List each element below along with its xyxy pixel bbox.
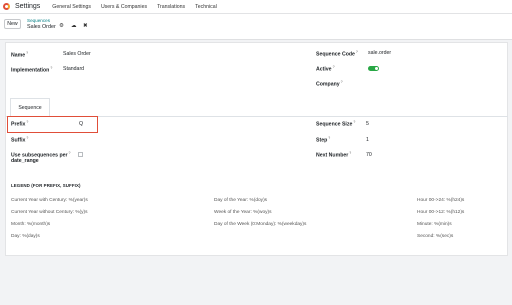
top-navbar: Settings General Settings Users & Compan… <box>0 0 512 14</box>
prefix-field[interactable]: Q <box>79 121 83 127</box>
implementation-select[interactable]: Standard <box>63 66 84 72</box>
legend-item: Day of the Year: %(doy)s <box>214 198 268 203</box>
legend-item: Hour 00->24: %(h24)s <box>417 198 465 203</box>
new-button[interactable]: New <box>4 19 21 29</box>
legend-item: Current Year with Century: %(year)s <box>11 198 88 203</box>
legend-title: LEGEND (FOR PREFIX, SUFFIX) <box>11 183 81 188</box>
app-title[interactable]: Settings <box>15 3 40 10</box>
sequence-code-field[interactable]: sale.order <box>368 50 391 56</box>
legend-item: Hour 00->12: %(h12)s <box>417 210 465 215</box>
implementation-label: Implementation? <box>11 66 53 74</box>
legend-item: Minute: %(min)s <box>417 222 452 227</box>
menu-technical[interactable]: Technical <box>195 4 217 10</box>
name-label: Name? <box>11 51 29 59</box>
menu-general-settings[interactable]: General Settings <box>52 4 91 10</box>
discard-icon[interactable]: ✖ <box>83 23 88 30</box>
sequence-size-label: Sequence Size? <box>316 120 356 128</box>
menu-translations[interactable]: Translations <box>157 4 185 10</box>
company-label: Company? <box>316 80 343 88</box>
legend-item: Day: %(day)s <box>11 234 40 239</box>
next-number-label: Next Number? <box>316 151 352 159</box>
active-toggle[interactable] <box>368 66 379 71</box>
step-label: Step? <box>316 136 331 144</box>
cloud-upload-icon[interactable]: ☁ <box>71 23 77 30</box>
use-subsequences-checkbox[interactable] <box>78 152 83 157</box>
prefix-label: Prefix? <box>11 120 29 128</box>
control-panel: New Sequences Sales Order ⚙ ☁ ✖ <box>0 14 512 40</box>
breadcrumb-current: Sales Order <box>27 24 56 30</box>
legend-item: Second: %(sec)s <box>417 234 454 239</box>
app-logo-icon[interactable] <box>3 3 10 10</box>
legend-item: Month: %(month)s <box>11 222 51 227</box>
active-label: Active? <box>316 65 335 73</box>
sequence-code-label: Sequence Code? <box>316 50 358 58</box>
tab-sequence[interactable]: Sequence <box>10 98 50 116</box>
legend-item: Current Year without Century: %(y)s <box>11 210 88 215</box>
menu-users-companies[interactable]: Users & Companies <box>101 4 147 10</box>
next-number-field[interactable]: 70 <box>366 152 372 158</box>
use-subsequences-label-line2: date_range <box>11 158 39 164</box>
name-field[interactable]: Sales Order <box>63 51 91 57</box>
suffix-label: Suffix? <box>11 136 29 144</box>
sequence-size-field[interactable]: 5 <box>366 121 369 127</box>
legend-item: Day of the Week (0:Monday): %(weekday)s <box>214 222 307 227</box>
gear-icon[interactable]: ⚙ <box>59 23 64 30</box>
breadcrumb-sequences[interactable]: Sequences <box>27 18 50 23</box>
legend-item: Week of the Year: %(woy)s <box>214 210 272 215</box>
step-field[interactable]: 1 <box>366 137 369 143</box>
